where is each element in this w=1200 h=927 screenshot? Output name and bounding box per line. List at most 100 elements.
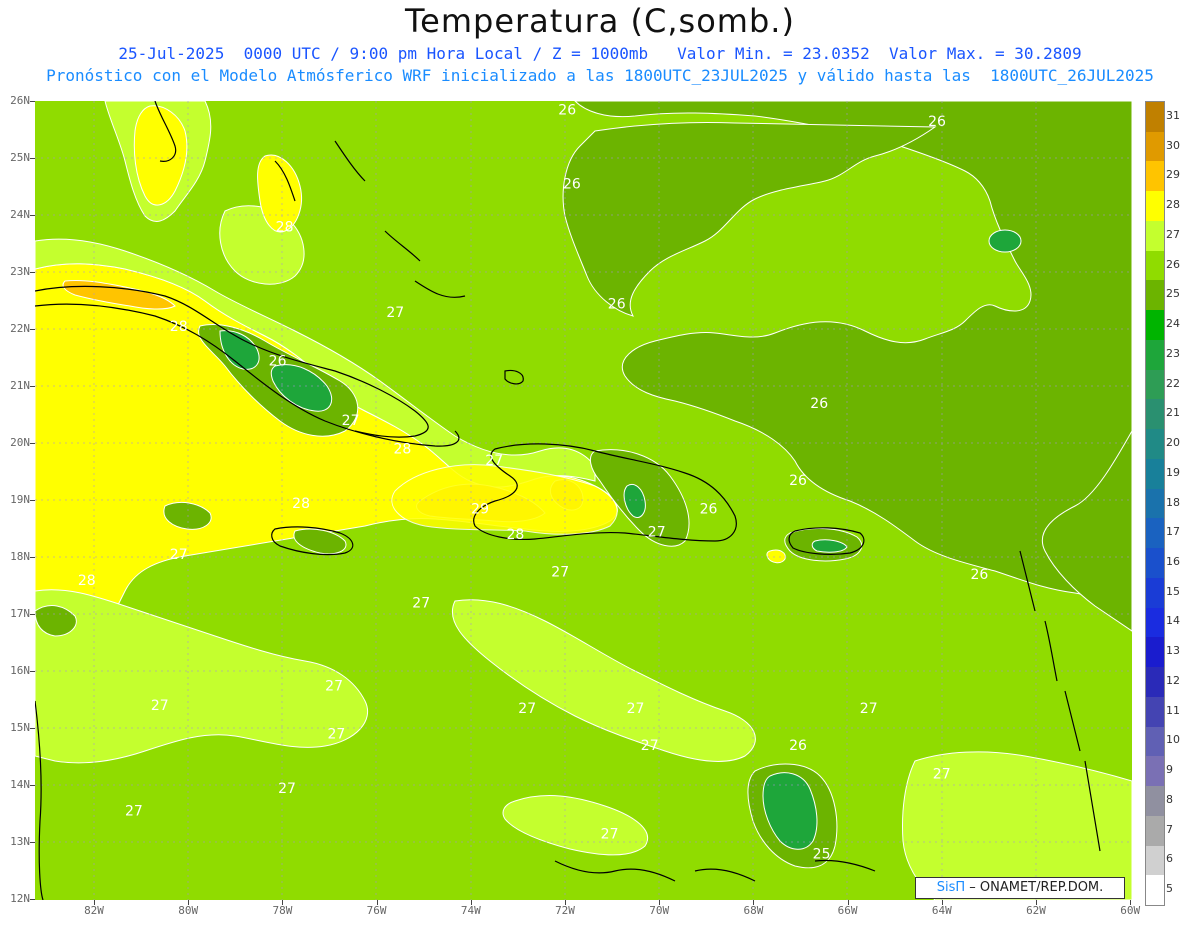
contour-label: 28 (292, 496, 310, 512)
contour-label: 27 (627, 701, 645, 717)
colorbar-segment (1146, 786, 1164, 817)
colorbar-segment (1146, 756, 1164, 787)
colorbar-segment (1146, 102, 1164, 133)
colorbar-label: 8 (1166, 792, 1173, 806)
colorbar-segment (1146, 518, 1164, 549)
colorbar-label: 16 (1166, 554, 1180, 568)
contour-label: 27 (170, 547, 188, 563)
contour-label: 27 (325, 678, 343, 694)
colorbar-segment (1146, 488, 1164, 519)
lat-tick (30, 158, 35, 159)
lat-tick (30, 671, 35, 672)
lat-label: 13N (10, 835, 30, 848)
contour-label: 26 (558, 103, 576, 119)
colorbar-segment (1146, 548, 1164, 579)
colorbar-segment (1146, 875, 1164, 906)
colorbar-label: 23 (1166, 346, 1180, 360)
colorbar-label: 22 (1166, 376, 1180, 390)
temperature-map[interactable]: 26 26 26 28 27 26 28 26 27 26 28 27 26 28 29 26 27 28 27 27… (35, 101, 1132, 900)
colorbar-label: 11 (1166, 703, 1180, 717)
colorbar-label: 6 (1166, 852, 1173, 866)
colorbar-label: 19 (1166, 465, 1180, 479)
lat-label: 14N (10, 778, 30, 791)
contour-label: 28 (393, 442, 411, 458)
lat-tick (30, 557, 35, 558)
lon-label: 78W (272, 904, 293, 917)
lat-label: 19N (10, 493, 30, 506)
colorbar-segment (1146, 429, 1164, 460)
contour-label: 28 (170, 319, 188, 335)
lon-tick (753, 900, 755, 905)
lat-tick (30, 215, 35, 216)
lon-label: 70W (649, 904, 670, 917)
lat-label: 24N (10, 208, 30, 221)
contour-label: 26 (269, 353, 287, 369)
lon-label: 74W (460, 904, 481, 917)
contour-label: 27 (485, 453, 503, 469)
contour-label: 27 (278, 781, 296, 797)
lat-label: 16N (10, 664, 30, 677)
lon-tick (188, 900, 190, 905)
colorbar-label: 12 (1166, 673, 1180, 687)
colorbar-label: 18 (1166, 495, 1180, 509)
colorbar-segment (1146, 815, 1164, 846)
colorbar-label: 30 (1166, 138, 1180, 152)
credit-box: SisΠ – ONAMET/REP.DOM. (915, 877, 1125, 899)
colorbar-label: 20 (1166, 436, 1180, 450)
lat-label: 26N (10, 94, 30, 107)
field-25-region-atlantic (988, 229, 1022, 253)
lat-label: 15N (10, 721, 30, 734)
lon-label: 64W (931, 904, 952, 917)
lat-tick (30, 329, 35, 330)
contour-label: 27 (860, 701, 878, 717)
colorbar-segment (1146, 458, 1164, 490)
lon-tick (565, 900, 566, 905)
lon-label: 76W (366, 904, 387, 917)
contour-label: 27 (327, 727, 345, 743)
colorbar-segment (1146, 667, 1164, 698)
lon-label: 80W (178, 904, 199, 917)
lon-tick (282, 900, 284, 905)
lon-tick (470, 900, 472, 905)
colorbar-segment (1146, 399, 1164, 430)
colorbar-segment (1146, 577, 1164, 609)
contour-label: 27 (151, 698, 169, 714)
lon-label: 72W (555, 904, 575, 917)
colorbar-label: 5 (1166, 882, 1173, 896)
lat-label: 18N (10, 550, 30, 563)
contour-label: 27 (551, 564, 569, 580)
colorbar-segment (1146, 310, 1164, 341)
contour-label: 27 (641, 738, 659, 754)
colorbar-label: 28 (1166, 198, 1180, 212)
colorbar-segment (1146, 726, 1164, 757)
contour-label: 29 (471, 502, 489, 518)
contour-label: 27 (125, 804, 143, 820)
contour-label: 26 (789, 738, 807, 754)
contour-label: 28 (506, 527, 524, 543)
colorbar-segment (1146, 250, 1164, 281)
contour-label: 27 (601, 826, 619, 842)
contour-label: 28 (78, 573, 96, 589)
colorbar-label: 24 (1166, 317, 1180, 331)
lat-label: 25N (10, 151, 30, 164)
contour-label: 26 (608, 296, 626, 312)
lat-tick (30, 386, 35, 387)
colorbar-segment (1146, 161, 1164, 192)
lat-tick (30, 443, 35, 444)
contour-label: 26 (970, 567, 988, 583)
lat-tick (30, 272, 35, 273)
lat-label: 22N (10, 322, 30, 335)
colorbar-label: 17 (1166, 525, 1180, 539)
colorbar-segment (1146, 845, 1164, 876)
lon-label: 68W (743, 904, 764, 917)
lon-tick (941, 900, 943, 905)
lat-tick (30, 785, 35, 786)
lon-label: 66W (837, 904, 858, 917)
contour-label: 27 (412, 596, 430, 612)
lat-label: 23N (10, 265, 30, 278)
contour-label: 25 (813, 846, 831, 862)
lat-tick (30, 614, 35, 615)
map-subtitle-model-info: Pronóstico con el Modelo Atmósferico WRF… (46, 66, 1154, 85)
lon-tick (376, 900, 378, 905)
colorbar-label: 27 (1166, 227, 1180, 241)
